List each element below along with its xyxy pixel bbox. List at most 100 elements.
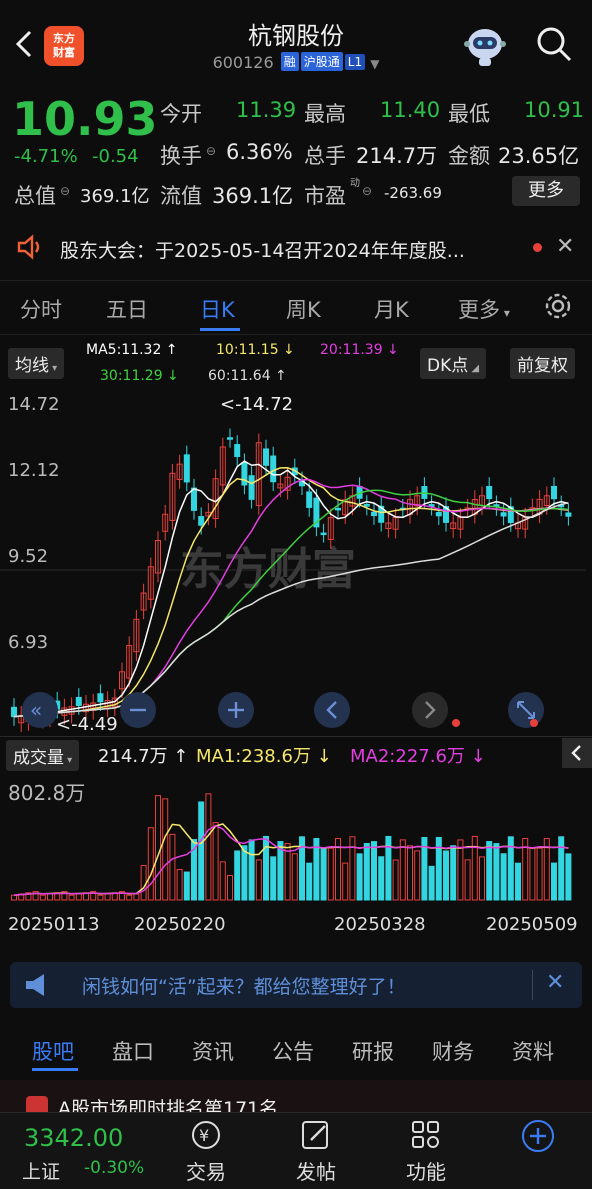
candle-body	[270, 455, 277, 483]
volume-bar	[97, 894, 104, 901]
ma30-label: 30:11.29 ↓	[100, 368, 179, 384]
svg-text:¥: ¥	[199, 1126, 209, 1145]
tab-five-day[interactable]: 五日	[106, 294, 148, 324]
settings-gear-icon[interactable]	[542, 290, 574, 326]
mktcap-value: 369.1亿	[80, 186, 150, 207]
speaker-icon	[16, 234, 46, 264]
high-value: 11.40	[380, 98, 441, 122]
pe-superscript: 动	[350, 178, 360, 189]
tab-weekly-k[interactable]: 周K	[286, 294, 321, 324]
scroll-left-fast-button[interactable]: «	[22, 692, 58, 728]
fullscreen-button[interactable]	[508, 692, 544, 728]
volume-bar	[248, 839, 255, 901]
volume-bar	[392, 859, 399, 901]
tab-order-book[interactable]: 盘口	[112, 1036, 154, 1066]
volume-bar	[270, 856, 277, 901]
zoom-out-button[interactable]	[120, 692, 156, 728]
volume-bar	[104, 893, 111, 901]
ma-line	[13, 489, 569, 718]
change-amount: -0.54	[92, 146, 139, 167]
search-icon[interactable]	[532, 22, 576, 66]
tab-more[interactable]: 更多 ▾	[458, 294, 510, 324]
close-icon[interactable]: ✕	[556, 234, 574, 259]
volume-bar	[479, 856, 485, 901]
volume-bar	[284, 843, 291, 901]
more-button[interactable]: 更多	[512, 176, 580, 206]
tab-news[interactable]: 资讯	[192, 1036, 234, 1066]
tab-announcements[interactable]: 公告	[272, 1036, 314, 1066]
turnover-value: 6.36%	[226, 140, 293, 164]
volume-indicator-select[interactable]: 成交量 ▾	[6, 740, 80, 771]
nav-label: 交易	[186, 1160, 226, 1184]
tag-level: L1	[344, 54, 366, 70]
float-label: 流值	[160, 184, 202, 208]
volume-chart[interactable]: 802.8万 20250113 20250220 20250328 202505…	[0, 770, 592, 950]
dropdown-arrow-icon: ▼	[370, 57, 380, 71]
tab-guba[interactable]: 股吧	[32, 1036, 74, 1066]
edit-icon	[302, 1121, 328, 1149]
amount-label: 金额	[448, 144, 490, 168]
index-value[interactable]: 3342.00	[24, 1124, 123, 1152]
adjust-select[interactable]: 前复权	[510, 348, 575, 379]
info-icon[interactable]: ⊖	[206, 144, 216, 158]
tab-intraday[interactable]: 分时	[20, 294, 62, 324]
zoom-in-button[interactable]	[218, 692, 254, 728]
volume-bar	[378, 856, 385, 901]
volume-bar	[486, 841, 493, 901]
promo-text[interactable]: 闲钱如何“活”起来？都给您整理好了！	[82, 972, 406, 999]
info-icon[interactable]: ⊖	[362, 184, 372, 198]
scroll-left-button[interactable]	[314, 692, 350, 728]
candle-body	[320, 532, 327, 536]
tab-research[interactable]: 研报	[352, 1036, 394, 1066]
tab-daily-k[interactable]: 日K	[200, 294, 235, 324]
volume-bar	[227, 874, 233, 901]
dk-point-select[interactable]: DK点 ◢	[420, 348, 487, 379]
nav-trade[interactable]: ¥ 交易	[166, 1116, 246, 1185]
y-tick: 14.72	[8, 394, 60, 415]
svg-text:«: «	[30, 698, 42, 722]
volume-bar	[320, 847, 327, 901]
y-tick: 6.93	[8, 632, 48, 653]
candle-body	[435, 512, 442, 517]
collapse-panel-button[interactable]	[562, 738, 592, 768]
notice-text[interactable]: 股东大会：于2025-05-14召开2024年年度股...	[60, 236, 465, 263]
unread-dot	[533, 243, 542, 252]
tab-financials[interactable]: 财务	[432, 1036, 474, 1066]
ma-select[interactable]: 均线 ▾	[8, 348, 65, 379]
volume-bar	[342, 862, 349, 901]
volume-bar	[529, 847, 536, 901]
index-name[interactable]: 上证	[22, 1157, 60, 1184]
tab-monthly-k[interactable]: 月K	[374, 294, 409, 324]
robot-assistant-icon[interactable]	[462, 24, 508, 68]
volume-bar	[183, 871, 190, 901]
volume-value-label: 214.7万 ↑	[98, 746, 189, 767]
scroll-right-button[interactable]	[412, 692, 448, 728]
candlestick-chart[interactable]: 东方财富 14.72 12.12 9.52 6.93 <-14.72 <-4.4…	[0, 384, 592, 734]
y-tick: 12.12	[8, 460, 60, 481]
nav-functions[interactable]: 功能	[386, 1116, 466, 1185]
volume-bar	[457, 839, 464, 901]
volume-bar	[155, 795, 161, 901]
volume-bar	[371, 841, 377, 901]
megaphone-icon	[24, 972, 54, 1002]
float-value: 369.1亿	[212, 184, 294, 208]
low-label: 最低	[448, 102, 490, 126]
tab-profile[interactable]: 资料	[512, 1036, 554, 1066]
candle-body	[75, 696, 82, 706]
volume-bar	[255, 859, 262, 901]
volume-bar	[39, 894, 46, 901]
open-label: 今开	[160, 102, 202, 126]
info-icon[interactable]: ⊖	[60, 184, 70, 198]
last-price: 10.93	[12, 92, 158, 146]
ma-line	[13, 478, 569, 718]
unread-dot	[452, 719, 460, 727]
nav-post[interactable]: 发帖	[276, 1116, 356, 1185]
candle-body	[11, 706, 17, 718]
volume-bar	[11, 894, 17, 901]
volume-bar	[198, 801, 205, 901]
close-icon[interactable]: ✕	[546, 970, 564, 995]
volume-bar	[327, 847, 334, 901]
volume-bar	[428, 865, 435, 901]
add-plus-icon[interactable]	[520, 1118, 556, 1158]
divider	[0, 280, 592, 281]
